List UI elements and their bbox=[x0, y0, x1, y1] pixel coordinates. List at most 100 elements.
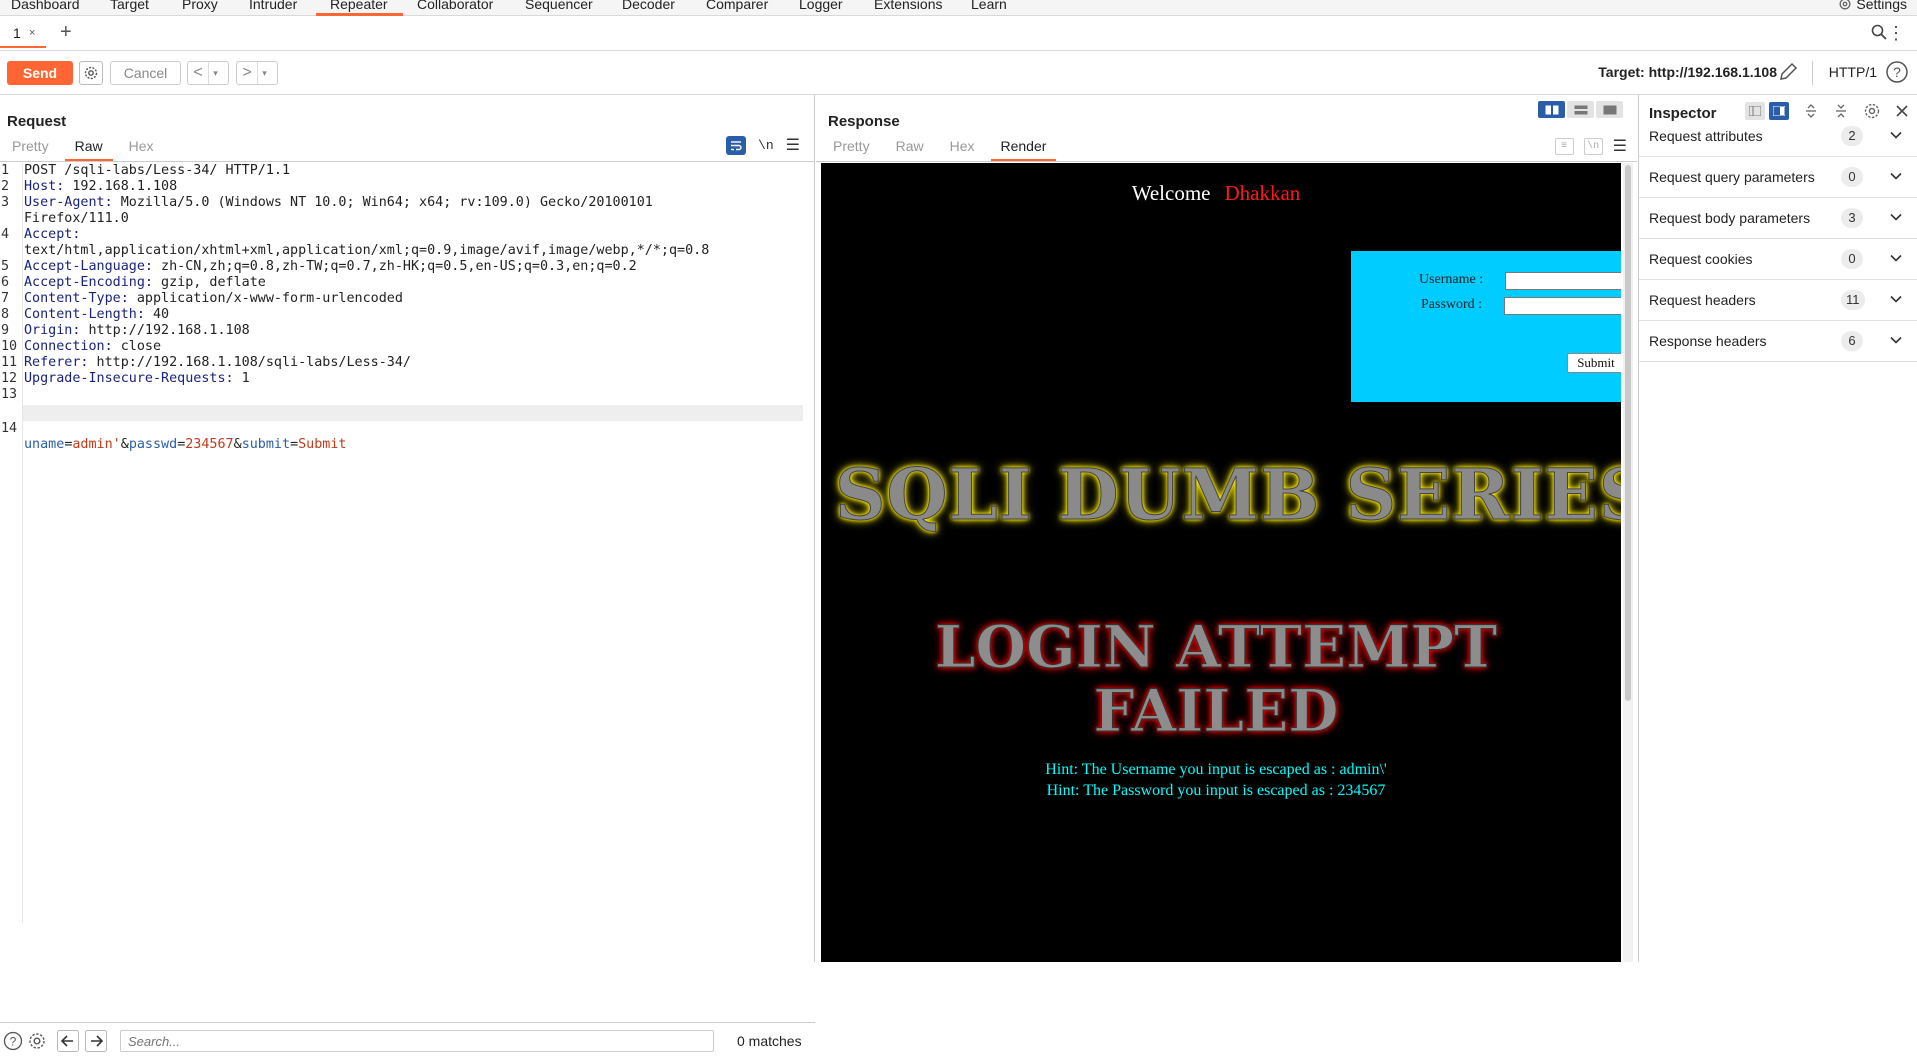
settings-label: Settings bbox=[1856, 0, 1907, 12]
request-body-line: 14 uname=admin'&passwd=234567&submit=Sub… bbox=[1, 421, 347, 452]
chevron-down-icon bbox=[1890, 295, 1902, 303]
menu-comparer[interactable]: Comparer bbox=[706, 0, 768, 12]
menu-proxy[interactable]: Proxy bbox=[182, 0, 218, 12]
settings-button[interactable]: Settings bbox=[1838, 0, 1907, 12]
request-search-input[interactable] bbox=[120, 1030, 714, 1052]
menu-logger[interactable]: Logger bbox=[799, 0, 843, 12]
menu-target[interactable]: Target bbox=[110, 0, 149, 12]
repeater-tab-bar: 1 × + ⋮ bbox=[0, 16, 1917, 51]
history-forward-group[interactable]: > ▾ bbox=[236, 61, 278, 85]
back-icon[interactable]: < bbox=[188, 64, 208, 82]
gear-icon bbox=[84, 66, 98, 80]
login-form: Username : Password : Submit bbox=[1351, 251, 1621, 402]
forward-dropdown-icon[interactable]: ▾ bbox=[257, 62, 271, 84]
menu-intruder[interactable]: Intruder bbox=[249, 0, 297, 12]
inspector-row-cookies[interactable]: Request cookies 0 bbox=[1639, 239, 1917, 280]
editor-divider bbox=[0, 161, 815, 162]
active-tab-indicator bbox=[0, 46, 46, 48]
request-editor[interactable]: 1 POST /sqli-labs/Less-34/ HTTP/1.1 2 Host… bbox=[0, 163, 815, 923]
tab-response-pretty[interactable]: Pretty bbox=[833, 138, 870, 158]
welcome-heading: Welcome Dhakkan bbox=[821, 181, 1611, 206]
password-field[interactable] bbox=[1504, 297, 1621, 315]
chevron-down-icon bbox=[1890, 213, 1902, 221]
tabbed-layout-icon[interactable] bbox=[1596, 101, 1623, 118]
request-title: Request bbox=[7, 113, 67, 130]
count-badge: 2 bbox=[1841, 126, 1863, 146]
response-view-tabs: Pretty Raw Hex Render bbox=[833, 138, 1072, 161]
menu-repeater[interactable]: Repeater bbox=[330, 0, 388, 12]
password-hint: Hint: The Password you input is escaped … bbox=[1046, 782, 1386, 799]
http-version-toggle[interactable]: HTTP/1 bbox=[1829, 64, 1877, 80]
line-number-gutter bbox=[22, 163, 23, 923]
send-button[interactable]: Send bbox=[7, 61, 73, 85]
hamburger-menu-icon[interactable]: ☰ bbox=[1613, 136, 1627, 156]
cancel-button[interactable]: Cancel bbox=[110, 61, 181, 85]
help-icon[interactable]: ? bbox=[1885, 60, 1909, 84]
menu-learn[interactable]: Learn bbox=[971, 0, 1007, 12]
edit-target-icon[interactable] bbox=[1777, 61, 1799, 83]
menu-decoder[interactable]: Decoder bbox=[622, 0, 675, 12]
inspector-row-query-parameters[interactable]: Request query parameters 0 bbox=[1639, 157, 1917, 198]
forward-icon[interactable]: > bbox=[237, 64, 257, 82]
layout-toggle-group bbox=[1538, 101, 1623, 118]
current-line-highlight bbox=[23, 405, 803, 421]
response-title: Response bbox=[828, 113, 900, 130]
tab-response-hex[interactable]: Hex bbox=[950, 138, 975, 158]
inspector-row-response-headers[interactable]: Response headers 6 bbox=[1639, 321, 1917, 362]
hamburger-menu-icon[interactable]: ☰ bbox=[786, 135, 800, 155]
count-badge: 0 bbox=[1841, 167, 1863, 187]
target-label: Target: http://192.168.1.108 bbox=[1598, 64, 1777, 80]
tab-label: 1 bbox=[13, 25, 21, 41]
history-back-group[interactable]: < ▾ bbox=[187, 61, 229, 85]
close-tab-icon[interactable]: × bbox=[29, 27, 35, 39]
response-pane: Response Pretty Raw Hex Render ≡ \n ☰ We… bbox=[816, 95, 1637, 962]
match-count: 0 matches bbox=[737, 1033, 802, 1049]
more-options-icon[interactable]: ⋮ bbox=[1887, 23, 1905, 44]
gear-icon[interactable] bbox=[27, 1031, 47, 1051]
response-scrollbar[interactable] bbox=[1623, 163, 1633, 962]
response-editor-tools: ≡ \n ☰ bbox=[1554, 136, 1627, 156]
password-label: Password : bbox=[1421, 297, 1483, 312]
add-tab-button[interactable]: + bbox=[60, 21, 72, 44]
repeater-tab-1[interactable]: 1 × bbox=[0, 22, 46, 48]
search-icon[interactable] bbox=[1871, 24, 1887, 40]
menu-sequencer[interactable]: Sequencer bbox=[525, 0, 593, 12]
next-match-button[interactable] bbox=[85, 1030, 107, 1052]
menu-collaborator[interactable]: Collaborator bbox=[417, 0, 493, 12]
tab-response-render[interactable]: Render bbox=[990, 138, 1057, 161]
svg-text:?: ? bbox=[1893, 64, 1901, 80]
word-wrap-icon: ≡ bbox=[1554, 137, 1574, 155]
request-view-tabs: Pretty Raw Hex bbox=[12, 138, 180, 161]
editor-divider bbox=[816, 161, 1637, 162]
scrollbar-thumb[interactable] bbox=[1625, 165, 1631, 701]
login-submit-button[interactable]: Submit bbox=[1567, 353, 1621, 373]
show-newlines-icon[interactable]: \n bbox=[758, 138, 774, 153]
word-wrap-icon[interactable] bbox=[726, 135, 747, 155]
side-by-side-layout-icon[interactable] bbox=[1538, 101, 1565, 118]
inspector-row-request-headers[interactable]: Request headers 11 bbox=[1639, 280, 1917, 321]
request-editor-tools: \n ☰ bbox=[726, 135, 800, 155]
username-field[interactable] bbox=[1505, 272, 1621, 290]
count-badge: 0 bbox=[1841, 249, 1863, 269]
help-icon[interactable]: ? bbox=[3, 1031, 23, 1051]
sqli-banner: SQLI DUMB SERIES bbox=[834, 453, 1621, 537]
tab-request-pretty[interactable]: Pretty bbox=[12, 138, 49, 158]
previous-match-button[interactable] bbox=[57, 1030, 79, 1052]
show-newlines-icon: \n bbox=[1583, 137, 1603, 155]
stacked-layout-icon[interactable] bbox=[1567, 101, 1594, 118]
menu-extensions[interactable]: Extensions bbox=[874, 0, 942, 12]
tab-response-raw[interactable]: Raw bbox=[896, 138, 924, 158]
username-hint: Hint: The Username you input is escaped … bbox=[1045, 761, 1387, 778]
menu-dashboard[interactable]: Dashboard bbox=[11, 0, 80, 12]
inspector-row-request-attributes[interactable]: Request attributes 2 bbox=[1639, 116, 1917, 157]
request-settings-button[interactable] bbox=[79, 61, 103, 85]
tab-request-raw[interactable]: Raw bbox=[64, 138, 113, 161]
username-label: Username : bbox=[1419, 272, 1484, 287]
tab-request-hex[interactable]: Hex bbox=[129, 138, 154, 158]
back-dropdown-icon[interactable]: ▾ bbox=[208, 62, 222, 84]
login-failed-line2: FAILED bbox=[1093, 677, 1339, 745]
count-badge: 6 bbox=[1841, 331, 1863, 351]
count-badge: 11 bbox=[1841, 290, 1865, 310]
login-failed-line1: LOGIN ATTEMPT bbox=[934, 613, 1498, 681]
inspector-row-body-parameters[interactable]: Request body parameters 3 bbox=[1639, 198, 1917, 239]
